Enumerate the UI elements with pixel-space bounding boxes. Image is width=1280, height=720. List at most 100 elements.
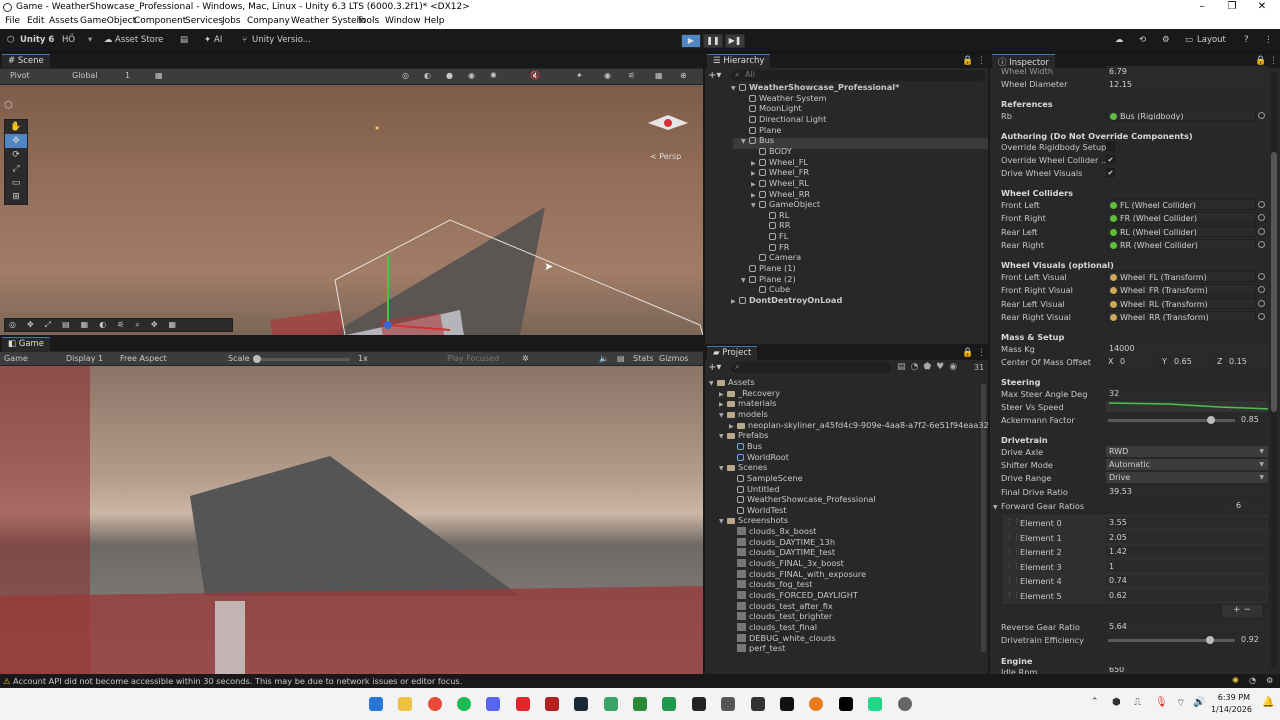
snap-icon[interactable]: ▦ <box>155 71 163 80</box>
hierarchy-item[interactable]: RR <box>761 220 790 231</box>
hierarchy-item[interactable]: ▶ Wheel_FL <box>751 157 808 168</box>
add-icon[interactable]: +▾ <box>708 70 721 81</box>
project-item[interactable]: Bus <box>729 441 762 452</box>
filter-icons[interactable]: ▤◔⬟♥◉ <box>897 362 962 372</box>
foldout-arrow-icon[interactable]: ▼ <box>719 433 727 440</box>
microphone-icon[interactable]: 🎙 <box>1155 697 1168 708</box>
colliders-field[interactable]: FR (Wheel Collider) <box>1106 212 1256 224</box>
version-control-button[interactable]: Unity Versio... <box>252 35 311 45</box>
unity-account-icon[interactable]: ⬡ <box>7 35 14 45</box>
visuals-field[interactable]: Wheel_FL (Transform) <box>1106 271 1256 282</box>
gizmos-button[interactable]: Gizmos <box>659 354 688 363</box>
add-element-icon[interactable]: + <box>1233 605 1241 615</box>
project-item[interactable]: ▼ models <box>719 409 768 420</box>
menu-weather-system[interactable]: Weather System <box>291 16 365 26</box>
camera-icon[interactable]: ⚟ <box>628 71 635 80</box>
project-item[interactable]: ▶ neoplan-skyliner_a45fd4c9-909e-4aa8-a7f… <box>729 420 989 431</box>
visuals-field[interactable]: Wheel_RR (Transform) <box>1106 310 1256 322</box>
project-item[interactable]: ▼ Screenshots <box>719 515 788 526</box>
hierarchy-item[interactable]: BODY <box>751 146 792 157</box>
foldout-arrow-icon[interactable]: ▼ <box>709 380 717 387</box>
game-mode-dropdown[interactable]: Game <box>4 354 28 363</box>
drive-range-dropdown[interactable]: Drive ▼ <box>1106 472 1268 483</box>
tab-project[interactable]: ▰ Project <box>707 346 758 360</box>
game-viewport[interactable] <box>0 366 703 674</box>
efficiency-slider[interactable] <box>1108 639 1235 642</box>
menu-component[interactable]: Component <box>134 16 186 26</box>
pivot-dropdown[interactable]: Pivot <box>10 71 30 80</box>
hierarchy-item[interactable]: ▼ Bus <box>741 135 774 146</box>
debug-icon[interactable]: ⚙ <box>1266 675 1273 685</box>
spreadsheet-icon[interactable] <box>604 697 618 711</box>
more-icon[interactable]: ⋮ <box>1264 35 1273 45</box>
foldout-arrow-icon[interactable]: ▶ <box>719 401 727 408</box>
lighting-bake-icon[interactable]: ✺ <box>1232 675 1239 685</box>
terminal-app-icon[interactable] <box>692 697 706 711</box>
gear-element-field[interactable]: 1 <box>1106 560 1266 572</box>
project-item[interactable]: WeatherShowcase_Professional <box>729 494 876 505</box>
cloud-services-icon[interactable]: ☁ <box>1115 35 1124 45</box>
history-icon[interactable]: ⟲ <box>1139 35 1146 45</box>
unity-editor-icon[interactable] <box>751 697 765 711</box>
mute-icon[interactable]: 🔈 <box>599 354 609 363</box>
foldout-arrow-icon[interactable]: ▶ <box>751 170 759 177</box>
menu-tools[interactable]: Tools <box>357 16 379 26</box>
sphere-icon[interactable]: ● <box>446 71 453 80</box>
menu-file[interactable]: File <box>5 16 20 26</box>
steer-vs-speed-curve[interactable] <box>1106 401 1268 412</box>
spotify-icon[interactable] <box>457 697 471 711</box>
foldout-arrow-icon[interactable]: ▶ <box>731 298 739 305</box>
media-app-icon[interactable] <box>516 697 530 711</box>
efficiency-slider-knob[interactable] <box>1206 636 1214 644</box>
hierarchy-item[interactable]: ▶ Wheel_RR <box>751 189 810 200</box>
bug-icon[interactable]: ✲ <box>522 354 529 363</box>
audio-icon[interactable]: 🔇 <box>530 71 540 80</box>
project-item[interactable]: clouds_fog_test <box>729 579 812 590</box>
project-item[interactable]: ▶ _Recovery <box>719 388 780 399</box>
minimize-icon[interactable]: – <box>1187 1 1217 12</box>
gear-element-field[interactable]: 3.55 <box>1106 517 1266 528</box>
hierarchy-item[interactable]: ▶ Wheel_FR <box>751 167 809 178</box>
mass-kg-field[interactable]: 14000 <box>1106 343 1268 354</box>
project-search-input[interactable] <box>731 362 891 373</box>
close-icon[interactable]: ✕ <box>1247 1 1277 12</box>
lock-icon[interactable]: 🔒 <box>1255 56 1266 66</box>
project-item[interactable]: ▼ Assets <box>709 377 755 388</box>
project-item[interactable]: ▼ Scenes <box>719 462 767 473</box>
gear-element-field[interactable]: 2.05 <box>1106 531 1266 543</box>
foldout-arrow-icon[interactable]: ▼ <box>751 202 759 209</box>
ackermann-slider[interactable] <box>1108 419 1235 422</box>
step-button[interactable]: ▶❚ <box>725 34 745 48</box>
foldout-arrow-icon[interactable]: ▼ <box>741 138 749 145</box>
menu-company[interactable]: Company <box>247 16 290 26</box>
volume-icon[interactable]: 🔊 <box>1193 697 1205 708</box>
remove-element-icon[interactable]: − <box>1243 605 1251 615</box>
global-icon[interactable]: ◎ <box>402 71 409 80</box>
scale-slider[interactable] <box>256 358 350 361</box>
panel-menu-icon[interactable]: ⋮ <box>1269 56 1278 66</box>
github-icon[interactable] <box>898 697 912 711</box>
overlay-toolbar[interactable]: ◎✥⤢▤▦◐⚟⌕✥▦ <box>4 318 233 332</box>
pause-button[interactable]: ❚❚ <box>703 34 723 48</box>
colliders-field[interactable]: RR (Wheel Collider) <box>1106 238 1256 250</box>
hand-tool-icon[interactable]: ✋ <box>5 120 27 134</box>
globe-icon[interactable]: ⊕ <box>680 71 687 80</box>
foldout-arrow-icon[interactable]: ▶ <box>729 423 737 430</box>
dev-app-icon[interactable] <box>839 697 853 711</box>
hierarchy-item[interactable]: Camera <box>751 252 801 263</box>
move-tool-icon[interactable]: ✥ <box>5 134 27 148</box>
rb-field[interactable]: Bus (Rigidbody) <box>1106 110 1256 121</box>
scale-tool-icon[interactable]: ⤢ <box>5 162 27 176</box>
gear-element-field[interactable]: 1.42 <box>1106 546 1266 558</box>
steam-icon[interactable] <box>574 697 588 711</box>
project-item[interactable]: clouds_test_brighter <box>729 611 832 622</box>
menu-edit[interactable]: Edit <box>27 16 44 26</box>
efficiency-field[interactable]: 0.92 <box>1238 634 1268 645</box>
orientation-icon[interactable]: ⬡ <box>4 100 13 111</box>
tab-game[interactable]: ◧ Game <box>2 337 51 351</box>
transform-tool-icon[interactable]: ⊞ <box>5 190 27 204</box>
unity-hub-icon[interactable] <box>721 697 735 711</box>
hierarchy-search-input[interactable]: All <box>731 70 986 81</box>
project-item[interactable]: perf_test <box>729 643 785 654</box>
foldout-arrow-icon[interactable]: ▼ <box>719 518 727 525</box>
